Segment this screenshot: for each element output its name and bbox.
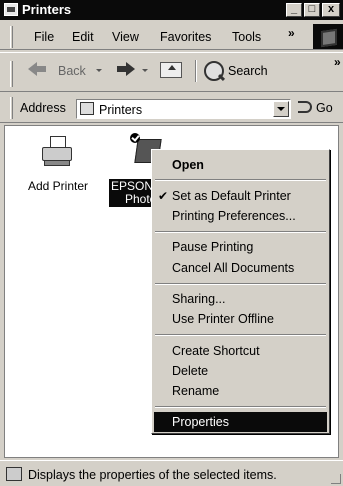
- forward-arrow-icon[interactable]: [117, 62, 135, 76]
- ctx-set-default-printer[interactable]: ✔ Set as Default Printer: [154, 186, 327, 206]
- menu-bar: File Edit View Favorites Tools »: [0, 22, 343, 50]
- ctx-use-printer-offline[interactable]: Use Printer Offline: [154, 309, 327, 329]
- address-label: Address: [20, 101, 66, 115]
- ctx-delete[interactable]: Delete: [154, 361, 327, 381]
- menu-favorites[interactable]: Favorites: [160, 30, 211, 44]
- window-title: Printers: [22, 2, 72, 17]
- address-input[interactable]: Printers: [76, 99, 291, 119]
- ctx-create-shortcut[interactable]: Create Shortcut: [154, 341, 327, 361]
- add-printer-label[interactable]: Add Printer: [23, 179, 93, 193]
- address-grip[interactable]: [10, 97, 13, 119]
- printers-folder-icon: [4, 3, 18, 16]
- default-printer-check-icon: [130, 133, 140, 143]
- search-icon[interactable]: [204, 61, 224, 81]
- status-text: Displays the properties of the selected …: [28, 468, 277, 482]
- toolbar-separator: [195, 60, 197, 82]
- windows-logo-icon: [313, 24, 343, 49]
- search-button[interactable]: Search: [228, 64, 268, 78]
- ctx-cancel-all-documents[interactable]: Cancel All Documents: [154, 258, 327, 278]
- status-bar: Displays the properties of the selected …: [0, 460, 343, 486]
- ctx-sharing[interactable]: Sharing...: [154, 289, 327, 309]
- ctx-rename[interactable]: Rename: [154, 381, 327, 401]
- ctx-pause-printing[interactable]: Pause Printing: [154, 237, 327, 257]
- ctx-separator: [155, 179, 326, 181]
- explorer-window: Printers _ □ x File Edit View Favorites …: [0, 0, 343, 486]
- ctx-separator: [155, 406, 326, 408]
- ctx-separator: [155, 334, 326, 336]
- back-button[interactable]: Back: [58, 64, 86, 78]
- ctx-separator: [155, 283, 326, 285]
- computer-icon: [6, 467, 22, 481]
- menu-file[interactable]: File: [34, 30, 54, 44]
- menu-edit[interactable]: Edit: [72, 30, 94, 44]
- back-dropdown-icon[interactable]: [96, 69, 102, 72]
- ctx-separator: [155, 231, 326, 233]
- maximize-button[interactable]: □: [304, 3, 320, 17]
- menu-view[interactable]: View: [112, 30, 139, 44]
- address-dropdown-button[interactable]: [273, 101, 289, 117]
- printers-folder-icon: [80, 102, 94, 115]
- close-button[interactable]: x: [322, 3, 340, 17]
- context-menu: Open ✔ Set as Default Printer Printing P…: [151, 149, 330, 434]
- ctx-properties[interactable]: Properties: [154, 412, 327, 432]
- ctx-set-default-label: Set as Default Printer: [172, 189, 291, 203]
- folder-up-icon[interactable]: [160, 62, 182, 78]
- title-bar[interactable]: Printers _ □ x: [0, 0, 343, 20]
- epson-label-line2: Photo: [125, 192, 153, 206]
- address-value: Printers: [99, 103, 143, 117]
- epson-printer-label[interactable]: EPSON Photo: [109, 179, 153, 207]
- menu-overflow-chevron[interactable]: »: [288, 26, 294, 40]
- ctx-open[interactable]: Open: [154, 155, 327, 175]
- toolbar-grip[interactable]: [10, 61, 13, 87]
- checkmark-icon: ✔: [158, 189, 169, 203]
- go-arrow-icon[interactable]: [298, 101, 312, 113]
- back-arrow-icon[interactable]: [28, 62, 46, 76]
- menubar-grip[interactable]: [10, 26, 13, 48]
- add-printer-icon[interactable]: [42, 136, 74, 168]
- menu-tools[interactable]: Tools: [232, 30, 261, 44]
- address-bar: Address Printers Go: [0, 93, 343, 123]
- ctx-printing-preferences[interactable]: Printing Preferences...: [154, 206, 327, 226]
- standard-toolbar: Back Search »: [0, 52, 343, 92]
- forward-dropdown-icon[interactable]: [142, 69, 148, 72]
- minimize-button[interactable]: _: [286, 3, 302, 17]
- toolbar-overflow-chevron[interactable]: »: [334, 55, 340, 69]
- resize-grip[interactable]: [331, 474, 341, 484]
- go-button[interactable]: Go: [316, 101, 333, 115]
